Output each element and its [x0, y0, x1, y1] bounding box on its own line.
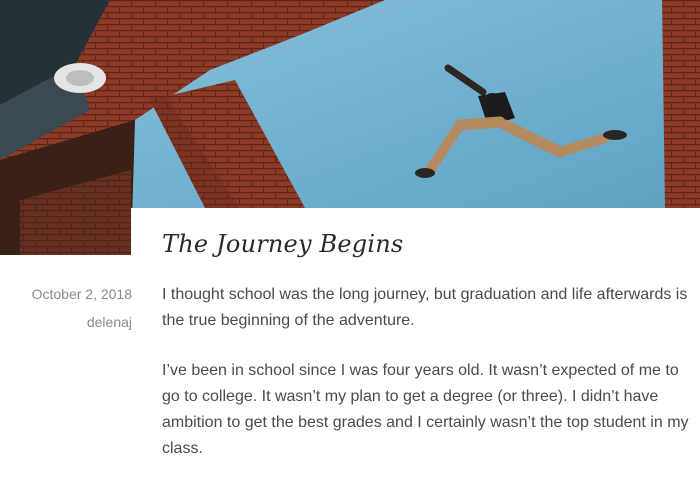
post-date[interactable]: October 2, 2018: [32, 286, 132, 302]
post-title[interactable]: The Journey Begins: [162, 230, 403, 258]
paragraph: I thought school was the long journey, b…: [162, 286, 688, 329]
post-content: I thought school was the long journey, b…: [162, 282, 696, 486]
building-right: [662, 0, 700, 208]
paragraph: I’ve been in school since I was four yea…: [162, 362, 689, 457]
post-author[interactable]: delenaj: [87, 314, 132, 330]
